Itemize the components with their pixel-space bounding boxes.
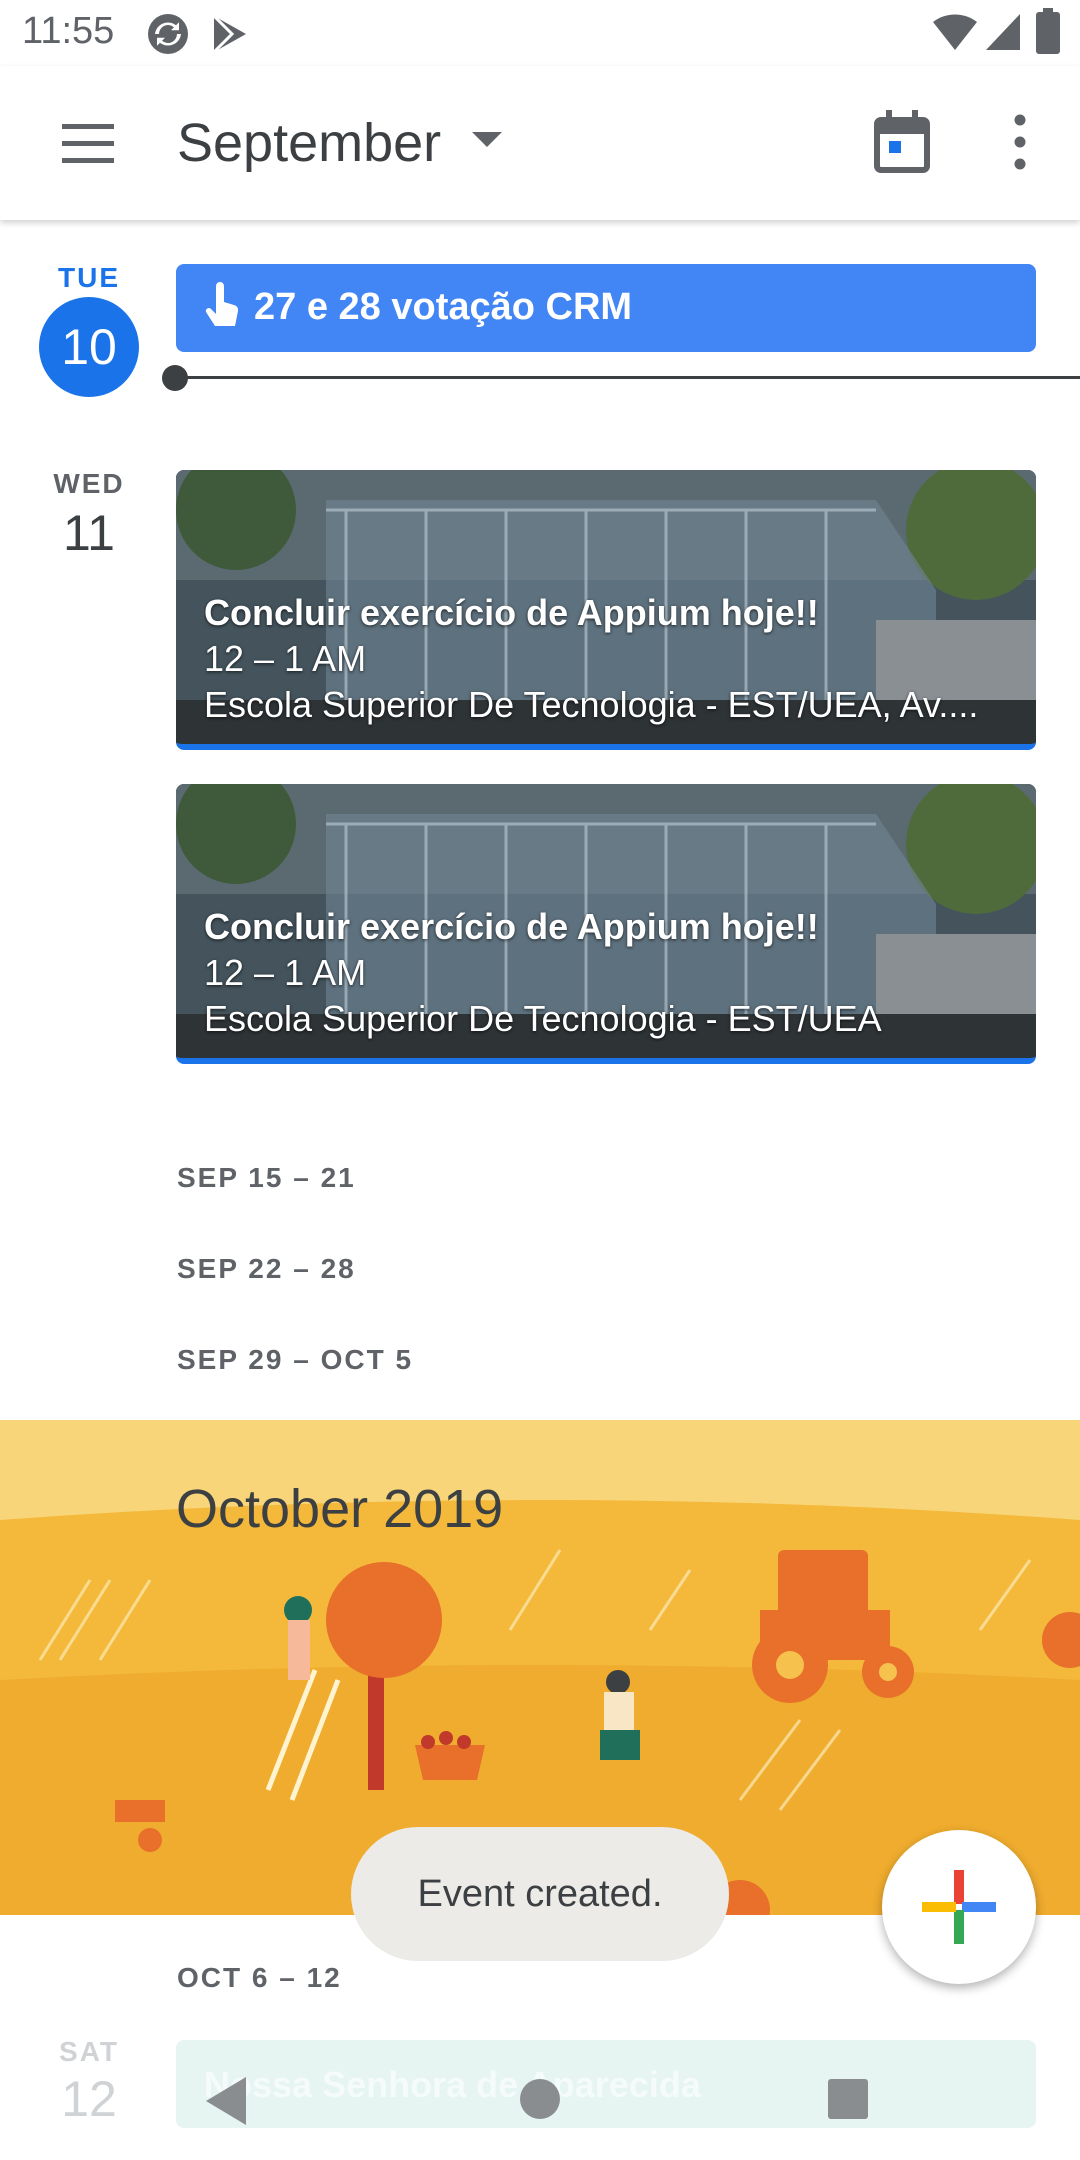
event-card-time: 12 – 1 AM xyxy=(204,952,367,993)
plus-icon xyxy=(922,1870,996,1944)
menu-icon xyxy=(62,124,114,163)
recents-icon[interactable] xyxy=(826,2077,870,2126)
day-of-week-label: TUE xyxy=(58,262,120,293)
sync-icon xyxy=(146,12,190,61)
current-time-line xyxy=(176,376,1080,379)
event-card[interactable]: Concluir exercício de Appium hoje!! 12 –… xyxy=(176,784,1036,1064)
status-time: 11:55 xyxy=(22,10,115,52)
navigation-bar xyxy=(0,2055,1080,2160)
current-time-dot xyxy=(162,365,188,391)
day-of-month-label: 11 xyxy=(63,505,115,561)
event-chip-title: 27 e 28 votação CRM xyxy=(254,286,633,328)
event-card-title: Concluir exercício de Appium hoje!! xyxy=(204,906,819,947)
signal-icon xyxy=(984,12,1022,57)
back-icon[interactable] xyxy=(200,2073,250,2134)
event-card[interactable]: Concluir exercício de Appium hoje!! 12 –… xyxy=(176,470,1036,750)
month-selector[interactable]: September xyxy=(177,112,441,174)
hand-icon xyxy=(202,282,242,338)
more-vert-icon xyxy=(1014,114,1026,170)
week-range-label: OCT 6 – 12 xyxy=(177,1962,342,1993)
month-banner-title: October 2019 xyxy=(176,1479,504,1539)
create-event-button[interactable] xyxy=(882,1830,1036,1984)
calendar-today-icon xyxy=(874,110,930,173)
event-chip-crm[interactable]: 27 e 28 votação CRM xyxy=(176,264,1036,352)
week-range-label: SEP 15 – 21 xyxy=(177,1162,356,1193)
home-icon[interactable] xyxy=(518,2077,562,2126)
today-button[interactable] xyxy=(872,108,932,179)
menu-button[interactable] xyxy=(48,116,128,176)
status-bar: 11:55 xyxy=(0,0,1080,66)
event-card-location: Escola Superior De Tecnologia - EST/UEA,… xyxy=(204,684,979,725)
battery-icon xyxy=(1036,8,1060,59)
today-date-badge[interactable]: 10 xyxy=(39,297,139,397)
wifi-icon xyxy=(932,12,978,57)
more-options-button[interactable] xyxy=(1000,108,1040,179)
event-card-title: Concluir exercício de Appium hoje!! xyxy=(204,592,819,633)
week-range-label: SEP 29 – OCT 5 xyxy=(177,1344,414,1375)
week-range-label: SEP 22 – 28 xyxy=(177,1253,356,1284)
event-card-location: Escola Superior De Tecnologia - EST/UEA xyxy=(204,998,882,1039)
event-card-time: 12 – 1 AM xyxy=(204,638,367,679)
play-store-icon xyxy=(210,12,250,61)
app-bar: September xyxy=(0,66,1080,220)
snackbar: Event created. xyxy=(351,1827,729,1961)
dropdown-caret-icon[interactable] xyxy=(472,132,502,155)
day-of-week-label: WED xyxy=(53,468,125,499)
